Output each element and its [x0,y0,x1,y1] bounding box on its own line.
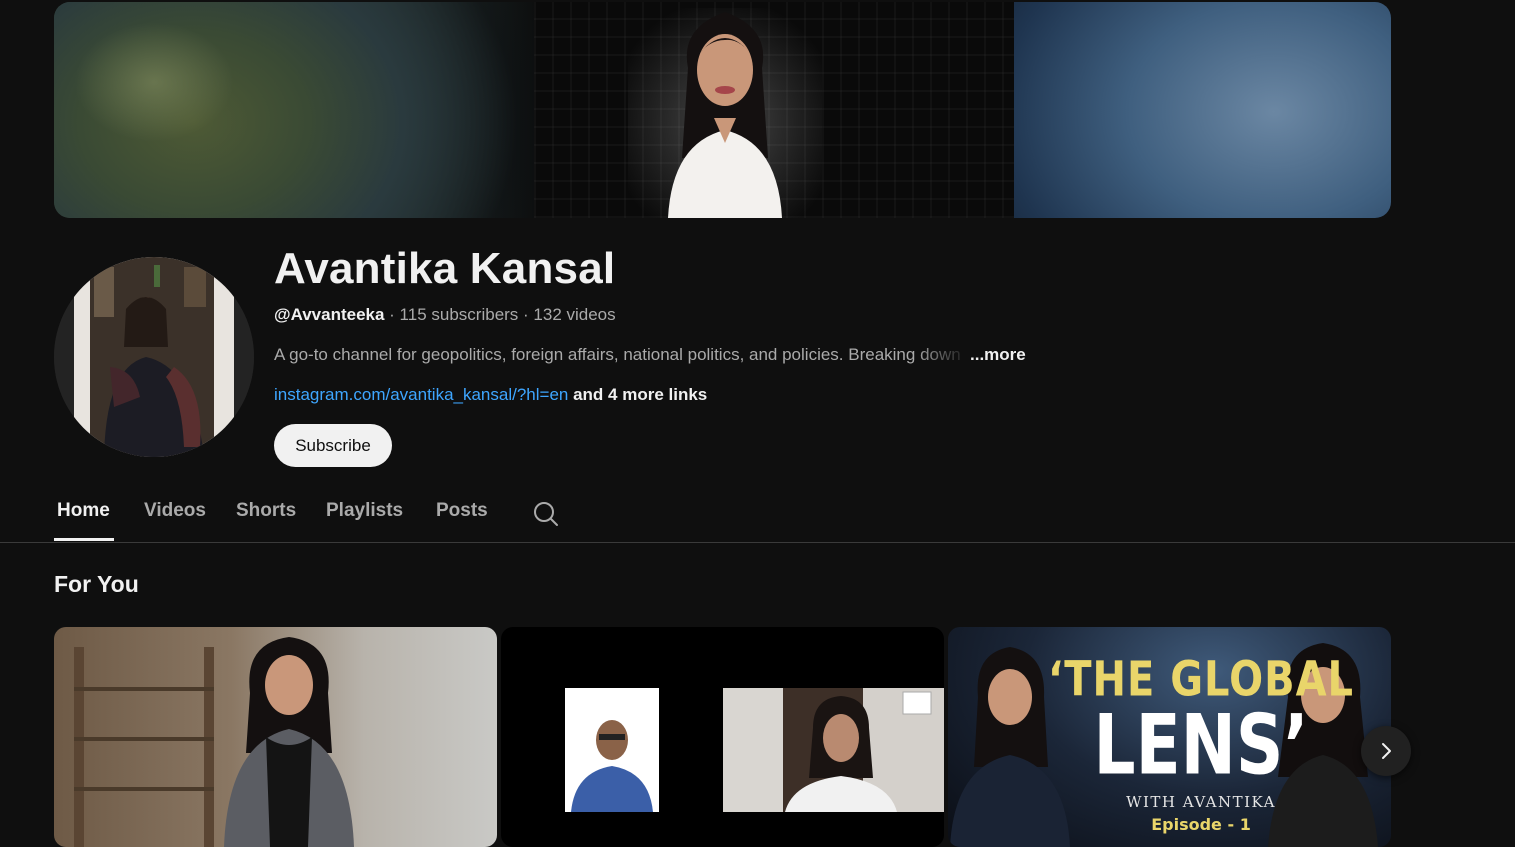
participant-figure [723,688,932,812]
bookshelf-row [74,787,214,791]
tab-playlists[interactable]: Playlists [326,500,403,536]
channel-name: Avantika Kansal [274,244,616,293]
bookshelf-post [74,647,84,847]
bookshelf-row [74,737,214,741]
description-more-link[interactable]: ...more [970,345,1026,364]
instagram-link[interactable]: instagram.com/avantika_kansal/?hl=en [274,385,568,404]
channel-meta: @Avvanteeka · 115 subscribers · 132 vide… [274,305,616,325]
channel-tabs: Home Videos Shorts Playlists Posts [0,490,1515,543]
video-thumbnail-3[interactable]: ‘THE GLOBAL LENS’ WITH AVANTIKA Episode … [948,627,1391,847]
video-thumbnail-2[interactable] [501,627,944,847]
thumbnail-subtitle: WITH AVANTIKA [1126,793,1276,811]
channel-handle: @Avvanteeka [274,305,385,324]
subscribe-button[interactable]: Subscribe [274,424,392,467]
thumbnail-title-line2: LENS’ [1093,697,1309,794]
channel-avatar[interactable] [54,257,254,457]
tab-posts[interactable]: Posts [436,500,488,536]
carousel-next-button[interactable] [1361,726,1411,776]
tab-home[interactable]: Home [57,500,110,536]
video-call-panel-right [723,688,944,812]
search-icon[interactable] [532,500,560,528]
channel-banner [54,2,1391,218]
active-tab-indicator [54,538,114,541]
tab-shorts[interactable]: Shorts [236,500,296,536]
video-thumbnail-1[interactable] [54,627,497,847]
channel-stats: · 115 subscribers · 132 videos [384,305,616,324]
presenter-figure [224,637,354,847]
video-call-panel-left [565,688,659,812]
bookshelf-row [74,687,214,691]
channel-description[interactable]: A go-to channel for geopolitics, foreign… [274,345,1026,365]
channel-links: instagram.com/avantika_kansal/?hl=en and… [274,385,707,405]
participant-figure [571,720,653,812]
thumbnail-title: ‘THE GLOBAL LENS’ WITH AVANTIKA Episode … [1048,652,1354,834]
banner-earth-left [54,2,554,218]
more-links-button[interactable]: and 4 more links [568,385,707,404]
banner-portrait [628,8,822,218]
avatar-image [54,257,254,457]
section-title: For You [54,571,139,597]
banner-earth-right [1014,2,1391,218]
tab-videos[interactable]: Videos [144,500,206,536]
chevron-right-icon [1382,743,1391,759]
description-text: A go-to channel for geopolitics, foreign… [274,345,961,364]
thumbnail-episode: Episode - 1 [1151,815,1251,834]
